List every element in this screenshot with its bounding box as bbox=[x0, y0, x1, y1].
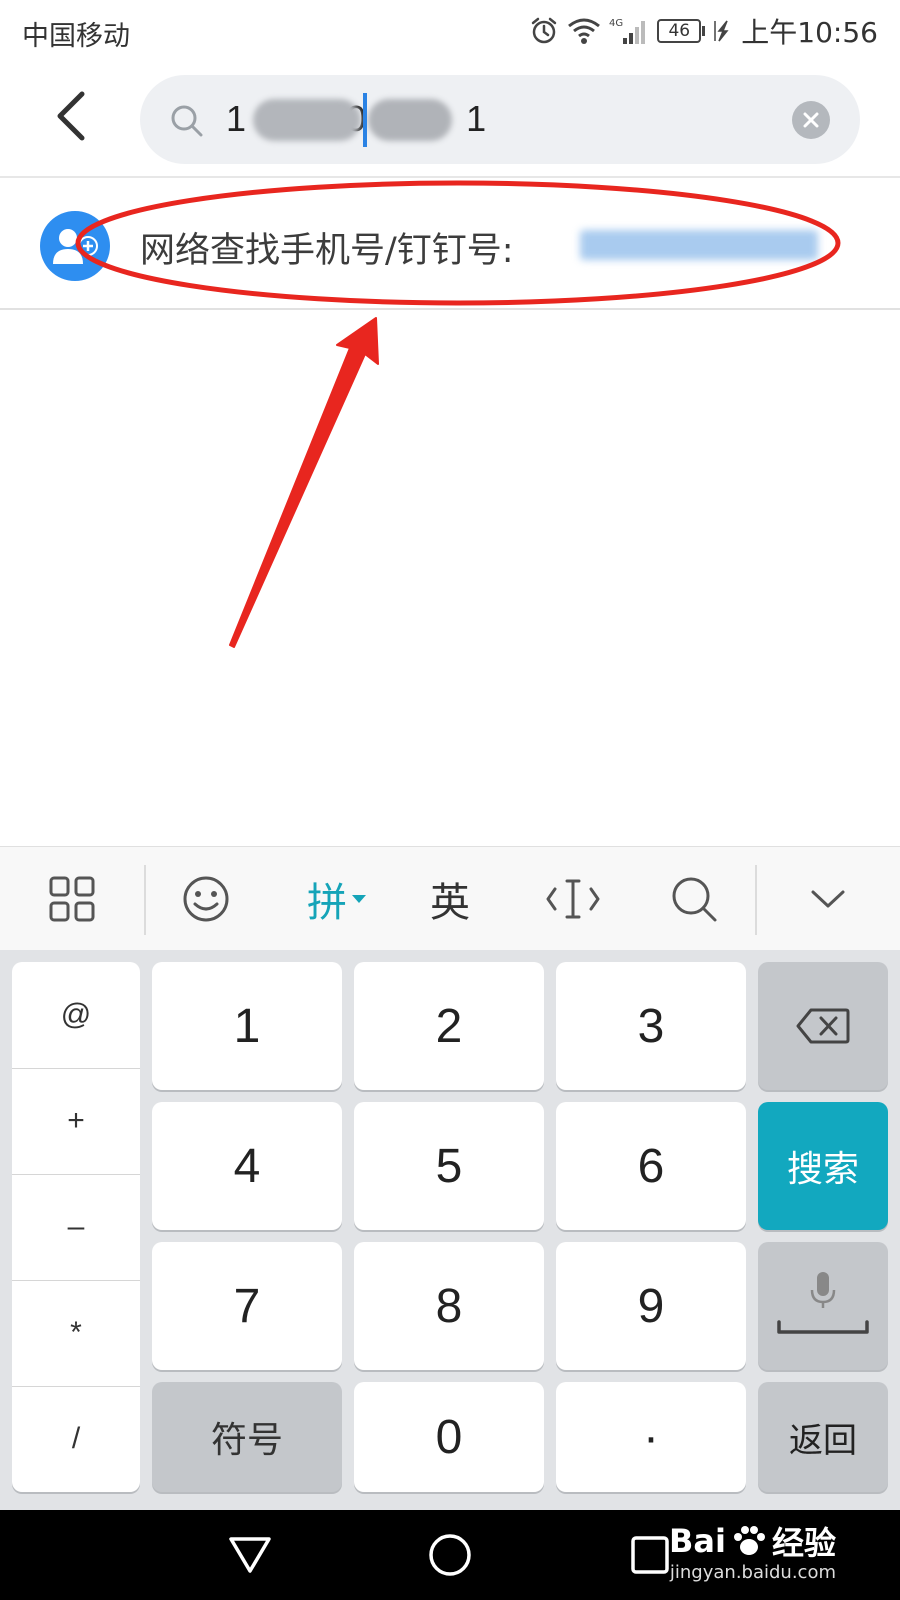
key-minus[interactable]: – bbox=[12, 1174, 140, 1280]
nav-back-button[interactable] bbox=[219, 1524, 281, 1586]
keyboard-menu-button[interactable] bbox=[36, 861, 108, 937]
key-plus[interactable]: + bbox=[12, 1068, 140, 1174]
text-cursor bbox=[363, 93, 367, 147]
result-label: 网络查找手机号/钉钉号: bbox=[140, 231, 514, 271]
search-icon bbox=[171, 105, 203, 137]
redacted-phone-number bbox=[580, 230, 818, 260]
key-4[interactable]: 4 bbox=[152, 1102, 342, 1230]
watermark-url: jingyan.baidu.com bbox=[669, 1562, 836, 1583]
toolbar-divider bbox=[755, 865, 757, 935]
key-8[interactable]: 8 bbox=[354, 1242, 544, 1370]
key-asterisk[interactable]: * bbox=[12, 1280, 140, 1386]
chevron-left-icon bbox=[57, 91, 85, 141]
search-icon bbox=[672, 877, 717, 922]
system-navigation-bar: Bai 经验 jingyan.baidu.com bbox=[0, 1510, 900, 1600]
pinyin-label: 拼 bbox=[307, 880, 347, 926]
key-6[interactable]: 6 bbox=[556, 1102, 746, 1230]
search-header bbox=[0, 64, 900, 178]
alarm-icon bbox=[532, 17, 557, 44]
battery-indicator: 46 bbox=[657, 19, 706, 43]
chevron-down-icon bbox=[811, 890, 845, 908]
search-box bbox=[140, 75, 860, 164]
network-search-result[interactable]: 网络查找手机号/钉钉号: bbox=[0, 180, 900, 310]
key-3[interactable]: 3 bbox=[556, 962, 746, 1090]
status-time: 上午10:56 bbox=[741, 16, 878, 49]
status-icons: 4G 46 上午10:56 bbox=[529, 12, 878, 50]
circle-home-icon bbox=[429, 1534, 471, 1576]
key-1[interactable]: 1 bbox=[152, 962, 342, 1090]
back-button[interactable] bbox=[38, 82, 106, 150]
charging-icon bbox=[714, 20, 729, 42]
search-action-key[interactable]: 搜索 bbox=[758, 1102, 888, 1230]
key-slash[interactable]: / bbox=[12, 1386, 140, 1492]
key-2[interactable]: 2 bbox=[354, 962, 544, 1090]
backspace-icon bbox=[796, 1008, 850, 1044]
key-0[interactable]: 0 bbox=[354, 1382, 544, 1492]
dropdown-caret-icon bbox=[352, 895, 366, 903]
smile-icon bbox=[183, 876, 229, 922]
microphone-icon bbox=[777, 1272, 869, 1334]
signal-icon: 4G bbox=[609, 18, 646, 44]
return-key[interactable]: 返回 bbox=[758, 1382, 888, 1492]
watermark-brand-right: 经验 bbox=[771, 1524, 836, 1562]
square-recents-icon bbox=[631, 1536, 669, 1574]
keyboard-search-button[interactable] bbox=[656, 861, 732, 937]
nav-home-button[interactable] bbox=[419, 1524, 481, 1586]
battery-level: 46 bbox=[657, 19, 702, 43]
redacted-digits bbox=[253, 99, 361, 141]
annotation-arrow bbox=[229, 317, 379, 648]
status-bar: 中国移动 4G 46 上午10:56 bbox=[0, 0, 900, 64]
numeric-keyboard: @ + – * / 1 2 3 4 5 6 搜索 7 8 9 符号 0 · 返回 bbox=[0, 950, 900, 1510]
redacted-digits bbox=[368, 99, 452, 141]
cursor-control-button[interactable] bbox=[530, 861, 616, 937]
toolbar-divider bbox=[144, 865, 146, 935]
emoji-button[interactable] bbox=[168, 861, 244, 937]
key-7[interactable]: 7 bbox=[152, 1242, 342, 1370]
keyboard-toolbar: 拼 英 bbox=[0, 846, 900, 950]
grid-icon bbox=[49, 876, 95, 922]
watermark-brand-left: Bai bbox=[669, 1522, 726, 1560]
symbol-column: @ + – * / bbox=[12, 962, 140, 1492]
paw-icon bbox=[733, 1526, 765, 1555]
baidu-jingyan-watermark: Bai 经验 jingyan.baidu.com bbox=[669, 1518, 836, 1583]
cursor-move-icon bbox=[546, 879, 600, 919]
english-mode-button[interactable]: 英 bbox=[410, 861, 490, 937]
backspace-key[interactable] bbox=[758, 962, 888, 1090]
triangle-back-icon bbox=[229, 1537, 271, 1573]
add-contact-icon bbox=[40, 211, 110, 281]
voice-space-key[interactable] bbox=[758, 1242, 888, 1370]
wifi-icon bbox=[568, 18, 601, 44]
symbols-key[interactable]: 符号 bbox=[152, 1382, 342, 1492]
key-9[interactable]: 9 bbox=[556, 1242, 746, 1370]
pinyin-mode-button[interactable]: 拼 bbox=[292, 861, 382, 937]
clear-search-button[interactable] bbox=[792, 101, 830, 139]
network-type-label: 4G bbox=[609, 18, 623, 29]
key-at[interactable]: @ bbox=[12, 962, 140, 1068]
clear-circle-icon bbox=[803, 112, 819, 128]
carrier-name: 中国移动 bbox=[22, 21, 130, 52]
collapse-keyboard-button[interactable] bbox=[790, 861, 866, 937]
key-dot[interactable]: · bbox=[556, 1382, 746, 1492]
key-5[interactable]: 5 bbox=[354, 1102, 544, 1230]
